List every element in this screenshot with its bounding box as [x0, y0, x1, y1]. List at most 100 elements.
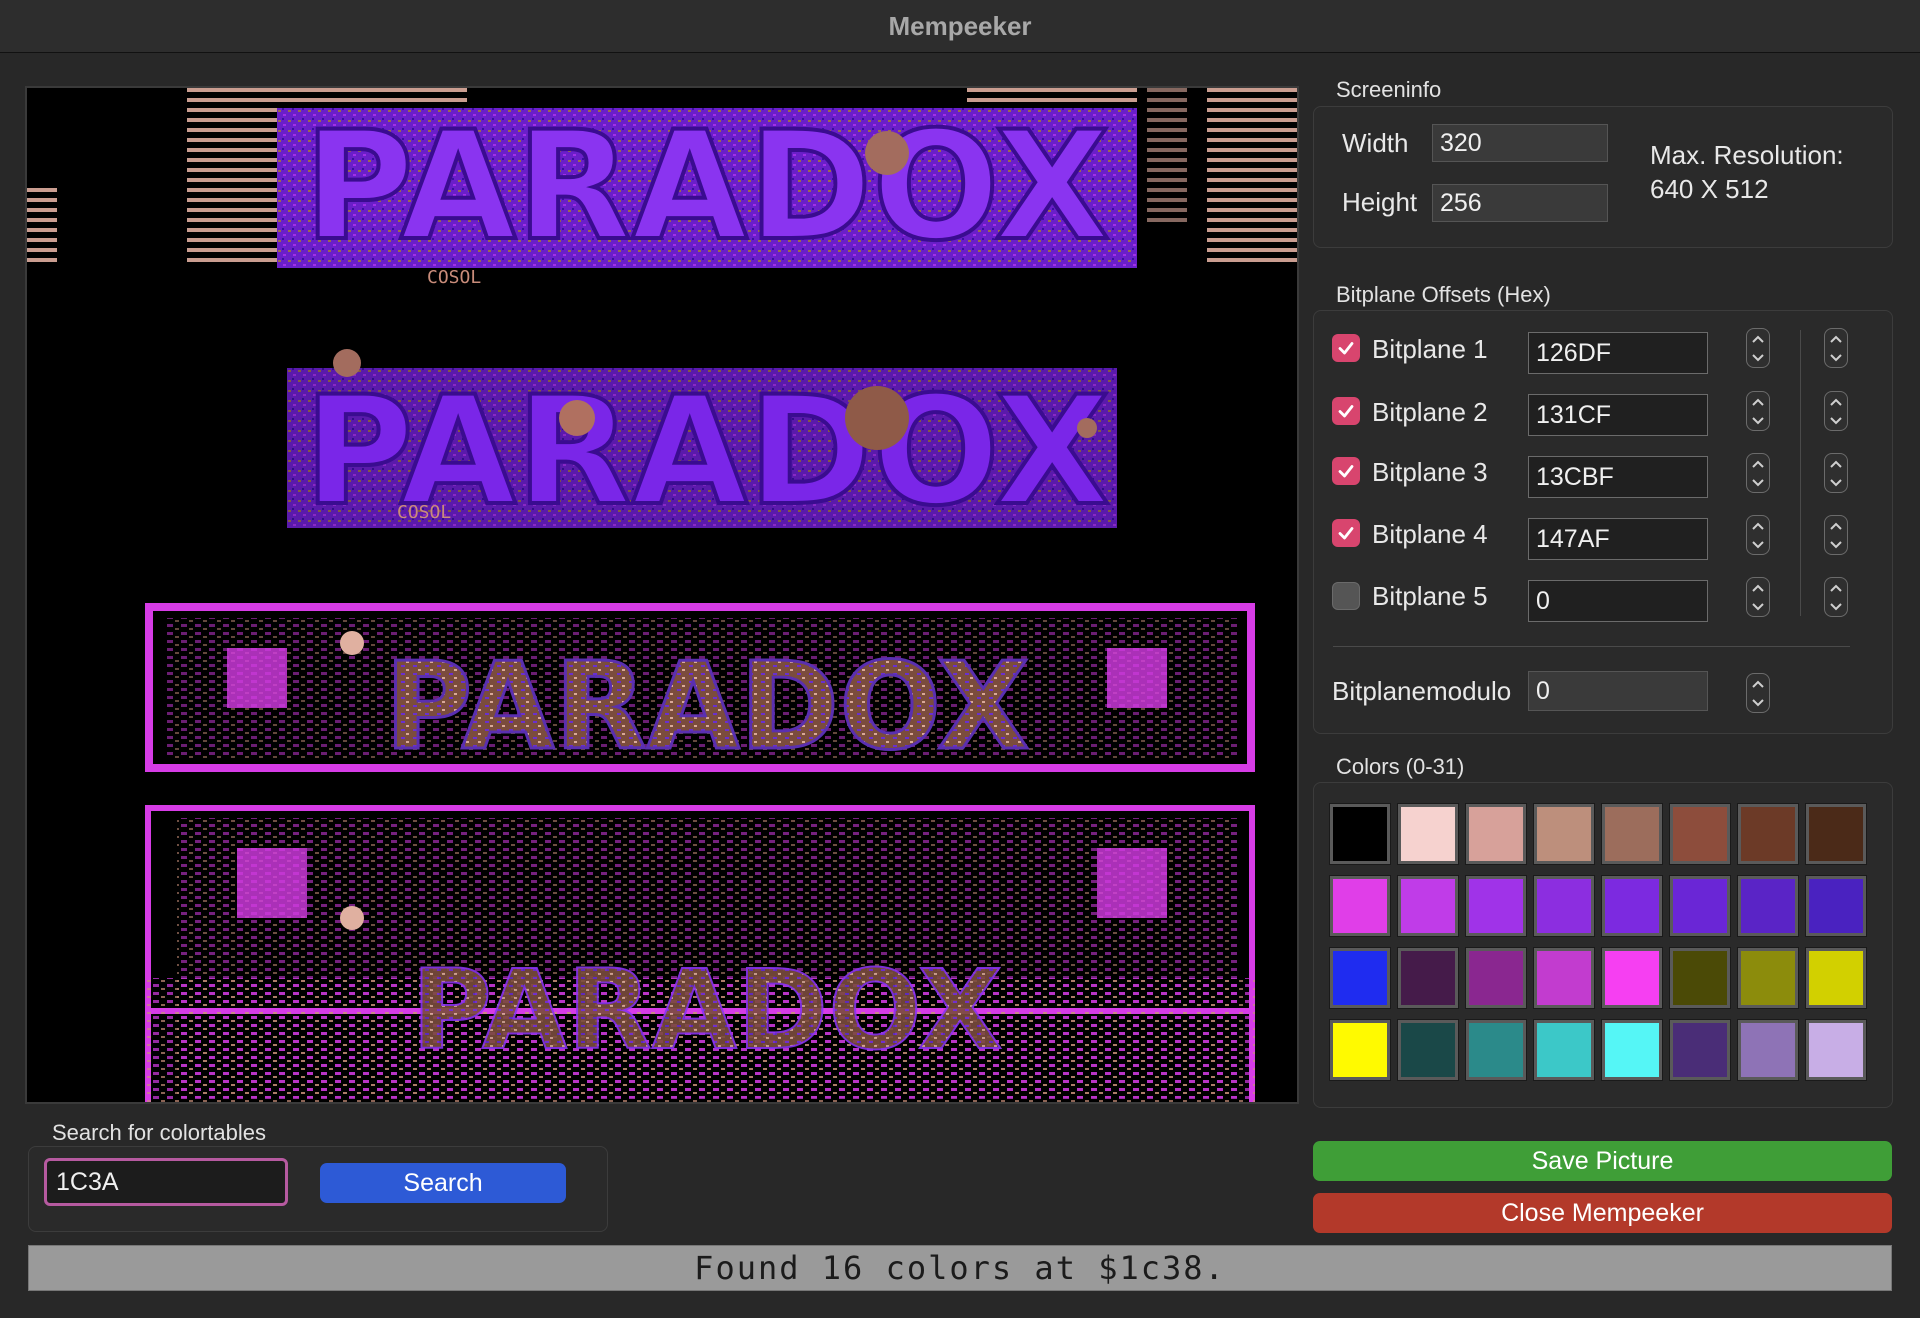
bitplanemodulo-stepper[interactable] — [1746, 673, 1770, 713]
chevron-down-icon — [1830, 478, 1842, 486]
bitplane-3-offset-field[interactable] — [1528, 456, 1708, 498]
color-swatch-14[interactable] — [1737, 875, 1799, 937]
color-swatch-30[interactable] — [1737, 1019, 1799, 1081]
color-swatch-12[interactable] — [1601, 875, 1663, 937]
chevron-down-icon — [1752, 602, 1764, 610]
chevron-down-icon — [1752, 353, 1764, 361]
color-swatch-9[interactable] — [1397, 875, 1459, 937]
height-field[interactable] — [1432, 184, 1608, 222]
color-swatch-4[interactable] — [1601, 803, 1663, 865]
chevron-up-icon — [1752, 398, 1764, 406]
color-swatch-21[interactable] — [1669, 947, 1731, 1009]
chevron-up-icon — [1830, 460, 1842, 468]
colortable-search-input[interactable] — [44, 1158, 288, 1206]
chevron-down-icon — [1752, 698, 1764, 706]
framed-logo-3: PARADOX — [145, 603, 1255, 779]
color-swatch-27[interactable] — [1533, 1019, 1595, 1081]
color-swatch-2[interactable] — [1465, 803, 1527, 865]
chevron-up-icon — [1830, 335, 1842, 343]
bitplane-1-secondary-stepper[interactable] — [1824, 328, 1848, 368]
color-swatch-16[interactable] — [1329, 947, 1391, 1009]
color-swatch-31[interactable] — [1805, 1019, 1867, 1081]
max-resolution-title: Max. Resolution: — [1650, 140, 1844, 170]
chevron-down-icon — [1830, 416, 1842, 424]
svg-text:PARADOX: PARADOX — [304, 100, 1110, 274]
bitplane-2-secondary-stepper[interactable] — [1824, 391, 1848, 431]
bitplane-4-checkbox[interactable] — [1332, 519, 1360, 547]
svg-text:COSOL: COSOL — [397, 502, 451, 523]
bitplane-4-offset-field[interactable] — [1528, 518, 1708, 560]
color-swatch-20[interactable] — [1601, 947, 1663, 1009]
close-mempeeker-button[interactable]: Close Mempeeker — [1313, 1193, 1892, 1233]
save-picture-button[interactable]: Save Picture — [1313, 1141, 1892, 1181]
bitplane-5-checkbox[interactable] — [1332, 582, 1360, 610]
color-swatch-18[interactable] — [1465, 947, 1527, 1009]
height-label: Height — [1342, 187, 1418, 217]
color-swatch-28[interactable] — [1601, 1019, 1663, 1081]
checkmark-icon — [1338, 465, 1354, 478]
checkmark-icon — [1338, 342, 1354, 355]
color-swatch-26[interactable] — [1465, 1019, 1527, 1081]
chevron-down-icon — [1752, 478, 1764, 486]
color-swatch-19[interactable] — [1533, 947, 1595, 1009]
color-swatch-17[interactable] — [1397, 947, 1459, 1009]
title-bar: Mempeeker — [0, 0, 1920, 53]
bitplane-group-label: Bitplane Offsets (Hex) — [1336, 282, 1551, 307]
color-swatch-23[interactable] — [1805, 947, 1867, 1009]
bitplane-1-label: Bitplane 1 — [1372, 334, 1488, 364]
bitplanemodulo-field[interactable] — [1528, 671, 1708, 711]
width-field[interactable] — [1432, 124, 1608, 162]
stepper-column-divider — [1800, 330, 1801, 616]
color-swatch-10[interactable] — [1465, 875, 1527, 937]
color-swatch-29[interactable] — [1669, 1019, 1731, 1081]
color-swatch-8[interactable] — [1329, 875, 1391, 937]
chevron-down-icon — [1830, 602, 1842, 610]
color-swatch-22[interactable] — [1737, 947, 1799, 1009]
bitplane-4-stepper[interactable] — [1746, 515, 1770, 555]
color-swatch-7[interactable] — [1805, 803, 1867, 865]
bitplanemodulo-label: Bitplanemodulo — [1332, 676, 1512, 706]
color-swatch-5[interactable] — [1669, 803, 1731, 865]
bitplane-1-offset-field[interactable] — [1528, 332, 1708, 374]
color-swatch-15[interactable] — [1805, 875, 1867, 937]
max-resolution-value: 640 X 512 — [1650, 174, 1769, 204]
bitplane-1-stepper[interactable] — [1746, 328, 1770, 368]
preview-canvas: PARADOX COSOL PARADOX COSOL PARADOX PARA… — [27, 88, 1297, 1102]
bitplane-4-secondary-stepper[interactable] — [1824, 515, 1848, 555]
logo-paradox-2: PARADOX COSOL — [287, 349, 1117, 541]
bitplane-4-label: Bitplane 4 — [1372, 519, 1488, 549]
color-swatch-13[interactable] — [1669, 875, 1731, 937]
chevron-down-icon — [1752, 540, 1764, 548]
svg-text:COSOL: COSOL — [427, 267, 481, 288]
bitplane-5-label: Bitplane 5 — [1372, 581, 1488, 611]
search-group-label: Search for colortables — [52, 1120, 266, 1145]
bitplane-3-stepper[interactable] — [1746, 453, 1770, 493]
chevron-up-icon — [1830, 522, 1842, 530]
bitplane-3-secondary-stepper[interactable] — [1824, 453, 1848, 493]
bitplane-3-checkbox[interactable] — [1332, 457, 1360, 485]
color-swatch-11[interactable] — [1533, 875, 1595, 937]
checkmark-icon — [1338, 405, 1354, 418]
search-button[interactable]: Search — [320, 1163, 566, 1203]
bitplane-3-label: Bitplane 3 — [1372, 457, 1488, 487]
colors-group-label: Colors (0-31) — [1336, 754, 1465, 779]
chevron-up-icon — [1830, 584, 1842, 592]
bitplane-2-offset-field[interactable] — [1528, 394, 1708, 436]
bitplane-5-offset-field[interactable] — [1528, 580, 1708, 622]
color-swatch-1[interactable] — [1397, 803, 1459, 865]
checkmark-icon — [1338, 527, 1354, 540]
screeninfo-group-label: Screeninfo — [1336, 77, 1442, 102]
bitplane-2-checkbox[interactable] — [1332, 397, 1360, 425]
bitmap-preview: PARADOX COSOL PARADOX COSOL PARADOX PARA… — [25, 86, 1299, 1104]
color-swatch-25[interactable] — [1397, 1019, 1459, 1081]
bitplane-2-stepper[interactable] — [1746, 391, 1770, 431]
width-label: Width — [1342, 128, 1409, 158]
color-swatch-3[interactable] — [1533, 803, 1595, 865]
bitplane-1-checkbox[interactable] — [1332, 334, 1360, 362]
bitplane-5-secondary-stepper[interactable] — [1824, 577, 1848, 617]
color-swatch-0[interactable] — [1329, 803, 1391, 865]
color-swatch-24[interactable] — [1329, 1019, 1391, 1081]
chevron-up-icon — [1752, 584, 1764, 592]
color-swatch-6[interactable] — [1737, 803, 1799, 865]
bitplane-5-stepper[interactable] — [1746, 577, 1770, 617]
